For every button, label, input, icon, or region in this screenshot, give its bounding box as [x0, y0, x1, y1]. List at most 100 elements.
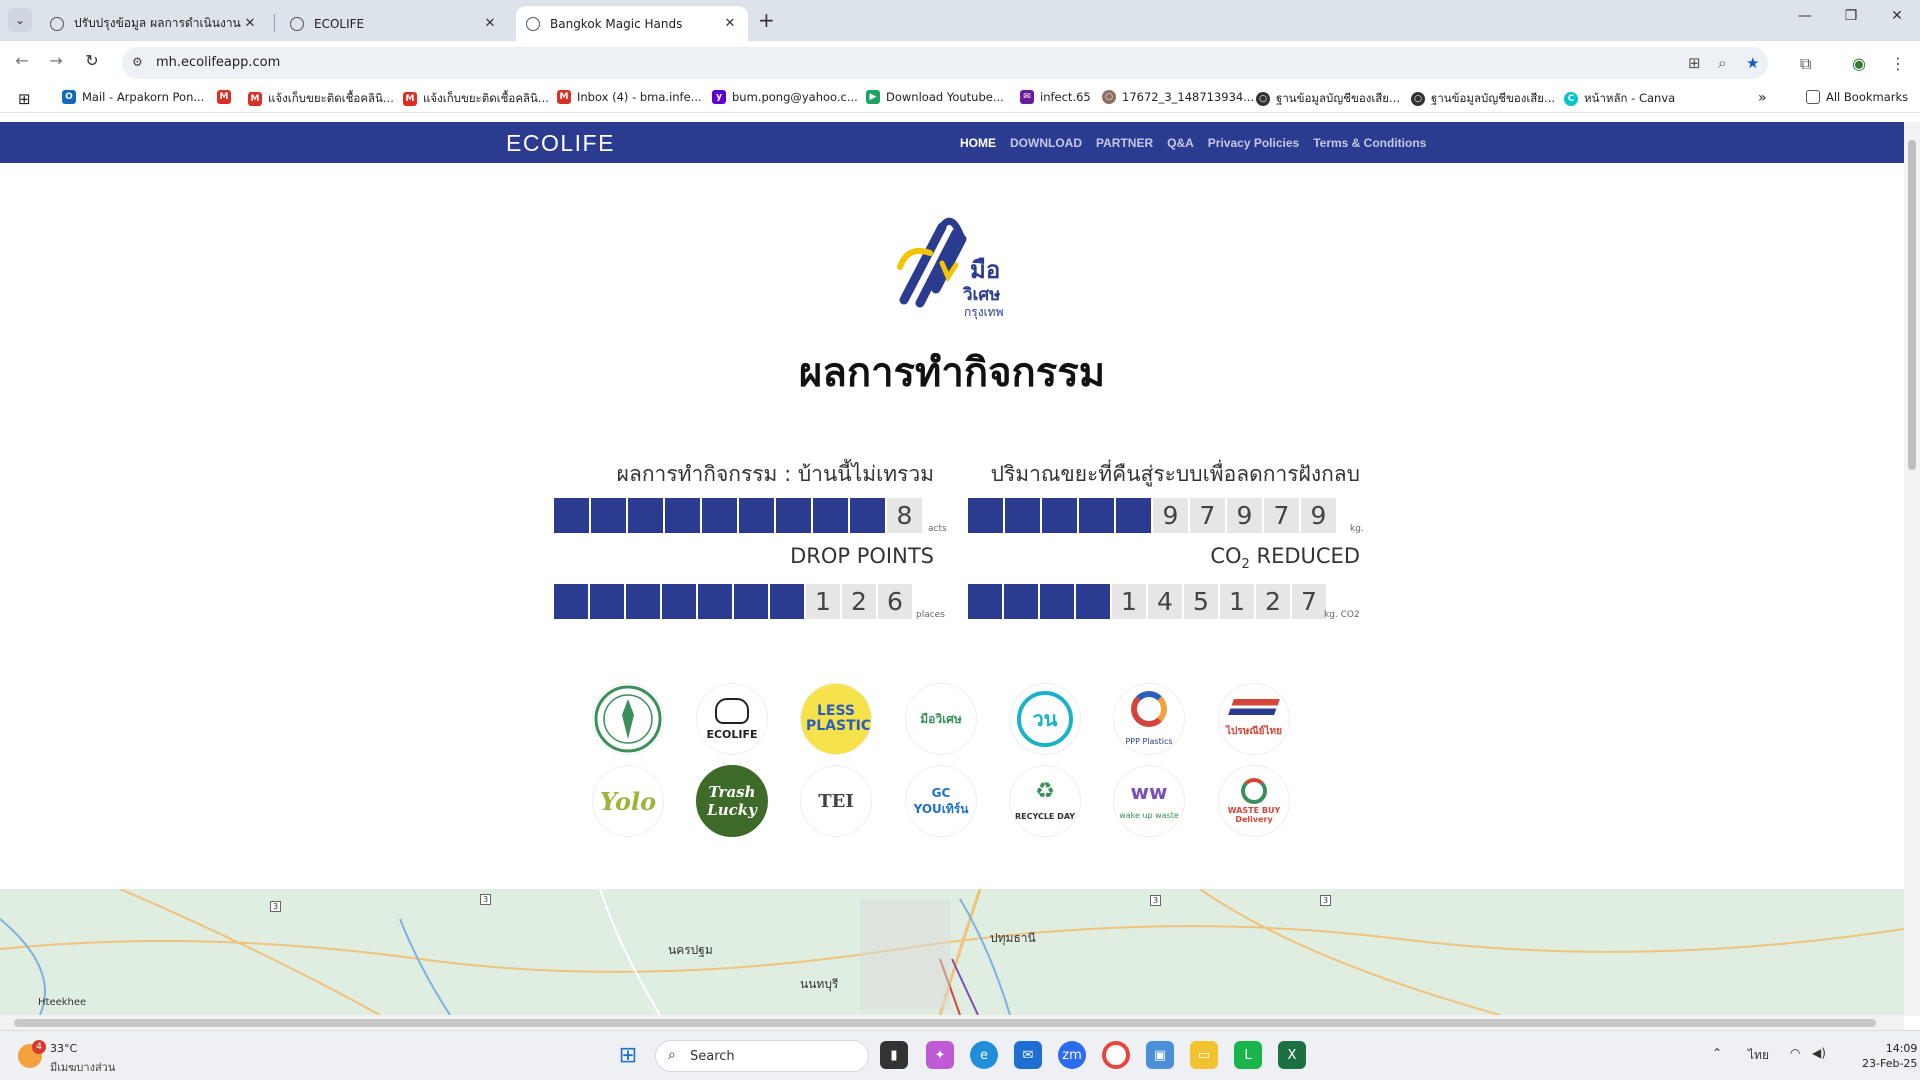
tray-chevron-icon[interactable]: ⌃: [1712, 1046, 1722, 1060]
bookmark-item[interactable]: ✉ infect.65: [1020, 90, 1091, 104]
counter-blank-cell: [813, 498, 848, 533]
logo-text-line3: กรุงเทพ: [964, 305, 1004, 320]
wifi-icon[interactable]: ◠: [1790, 1046, 1800, 1060]
counter-blank-cell: [591, 498, 626, 533]
partner-logo-recycle-day[interactable]: ♻ RECYCLE DAY: [1009, 765, 1081, 837]
line-icon[interactable]: L: [1234, 1041, 1262, 1069]
zoom-app-icon[interactable]: zm: [1058, 1041, 1086, 1069]
counter-blank-cell: [554, 584, 588, 619]
drop-points-unit: places: [916, 610, 945, 620]
counter-digit: 9: [1227, 498, 1262, 533]
partner-logo-yolo[interactable]: Yolo: [592, 765, 664, 837]
partner-logo-gc[interactable]: GC YOUเทิร์น: [905, 765, 977, 837]
tab-ecolife[interactable]: ECOLIFE ✕: [280, 6, 508, 41]
volume-icon[interactable]: ◀): [1812, 1046, 1826, 1060]
drop-points-map[interactable]: นครปฐม ปทุมธานี นนทบุรี Hteekhee 3 3 3 3: [0, 889, 1904, 1015]
close-icon[interactable]: ✕: [722, 16, 738, 31]
tab-title: Bangkok Magic Hands: [550, 16, 683, 31]
site-info-icon[interactable]: ⚙: [132, 55, 143, 69]
taskbar-search[interactable]: ⌕ Search: [655, 1040, 869, 1072]
tab-search-button[interactable]: ⌄: [8, 8, 32, 32]
partner-logo-wastebuy[interactable]: WASTE BUY Delivery: [1218, 765, 1290, 837]
bookmark-item[interactable]: O Mail - Arpakorn Pon...: [62, 90, 204, 104]
edge-icon[interactable]: e: [970, 1041, 998, 1069]
translate-icon[interactable]: ⊞: [1688, 54, 1701, 72]
close-icon[interactable]: ✕: [482, 16, 498, 31]
partner-logo-ppp-plastics[interactable]: PPP Plastics: [1113, 683, 1185, 755]
vertical-scroll-thumb[interactable]: [1908, 140, 1916, 470]
bookmark-item[interactable]: M แจ้งเก็บขยะติดเชื้อคลินิ...: [248, 90, 394, 108]
excel-icon[interactable]: X: [1278, 1041, 1306, 1069]
horizontal-scrollbar[interactable]: [0, 1015, 1904, 1030]
bookmark-item[interactable]: ○ ฐานข้อมูลบัญชีของเสีย...: [1256, 90, 1400, 108]
profile-icon[interactable]: ◉: [1852, 54, 1866, 73]
nav-privacy[interactable]: Privacy Policies: [1208, 136, 1299, 150]
partner-logo-won[interactable]: วน: [1009, 683, 1081, 755]
bookmark-item[interactable]: ○ 17672_3_148713934...: [1102, 90, 1254, 104]
nav-terms[interactable]: Terms & Conditions: [1313, 136, 1426, 150]
partner-logo-tei[interactable]: TEI: [800, 765, 872, 837]
horizontal-scroll-thumb[interactable]: [14, 1019, 1876, 1027]
extensions-icon[interactable]: ⧉: [1800, 54, 1811, 74]
chrome-icon[interactable]: [1102, 1041, 1130, 1069]
bookmark-star-icon[interactable]: ★: [1746, 54, 1759, 72]
restore-icon[interactable]: ❐: [1836, 8, 1866, 24]
partner-logo-less-plastic[interactable]: LESS PLASTIC: [800, 683, 872, 755]
partner-logo-bma[interactable]: [592, 683, 664, 755]
copilot-icon[interactable]: ✦: [926, 1041, 954, 1069]
apps-icon[interactable]: ⊞: [18, 90, 31, 108]
counter-blank-cell: [1004, 584, 1038, 619]
nav-qa[interactable]: Q&A: [1167, 136, 1194, 150]
tab-title: ECOLIFE: [314, 16, 365, 31]
counter-blank-cell: [1079, 498, 1114, 533]
tab-bangkok-magic-hands[interactable]: Bangkok Magic Hands ✕: [516, 6, 748, 41]
bookmark-item[interactable]: C หน้าหลัก - Canva: [1564, 90, 1675, 108]
bookmark-label: ฐานข้อมูลบัญชีของเสีย...: [1276, 91, 1401, 105]
more-bookmarks-icon[interactable]: »: [1758, 90, 1767, 106]
globe-icon: ○: [1102, 90, 1116, 104]
bookmark-item[interactable]: M: [217, 90, 237, 104]
vertical-scrollbar[interactable]: [1904, 122, 1920, 1016]
bookmark-label: หน้าหลัก - Canva: [1584, 91, 1676, 105]
site-brand[interactable]: ECOLIFE: [506, 130, 615, 157]
map-label-nakhon-pathom: นครปฐม: [668, 943, 713, 957]
input-language[interactable]: ไทย: [1748, 1046, 1769, 1065]
partner-text: มือวิเศษ: [920, 711, 962, 726]
zoom-icon[interactable]: ⌕: [1718, 54, 1726, 72]
photos-icon[interactable]: ▣: [1146, 1041, 1174, 1069]
windows-start-icon[interactable]: ⊞: [614, 1041, 642, 1069]
bookmark-item[interactable]: M แจ้งเก็บขยะติดเชื้อคลินิ...: [403, 90, 549, 108]
gmail-icon: M: [248, 92, 262, 106]
map-road-shield: 3: [270, 901, 282, 912]
bookmark-item[interactable]: ○ ฐานข้อมูลบัญชีของเสีย...: [1411, 90, 1555, 108]
partner-logo-thailand-post[interactable]: ไปรษณีย์ไทย: [1218, 683, 1290, 755]
partner-logo-wake-up-waste[interactable]: ᴡᴡ wake up waste: [1113, 765, 1185, 837]
forward-icon[interactable]: →: [44, 51, 68, 70]
counter-blank-cell: [1005, 498, 1040, 533]
partner-logo-ecolife[interactable]: ECOLIFE: [696, 683, 768, 755]
partner-logo-trash-lucky[interactable]: Trash Lucky: [696, 765, 768, 837]
minimize-icon[interactable]: —: [1790, 8, 1820, 24]
mail-app-icon[interactable]: ✉: [1014, 1041, 1042, 1069]
nav-home[interactable]: HOME: [960, 136, 996, 150]
task-view-icon[interactable]: ▮: [880, 1041, 908, 1069]
all-bookmarks-button[interactable]: All Bookmarks: [1806, 90, 1908, 104]
back-icon[interactable]: ←: [10, 51, 34, 70]
file-explorer-icon[interactable]: ▭: [1190, 1041, 1218, 1069]
tab-divider: [274, 14, 275, 32]
partner-logo-magic-hands-foundation[interactable]: มือวิเศษ: [905, 683, 977, 755]
bookmark-item[interactable]: M Inbox (4) - bma.infe...: [557, 90, 702, 104]
tab-update-results[interactable]: ปรับปรุงข้อมูล ผลการดำเนินงาน: ✕: [40, 6, 268, 41]
new-tab-icon[interactable]: +: [758, 10, 775, 30]
close-icon[interactable]: ✕: [242, 16, 258, 31]
nav-download[interactable]: DOWNLOAD: [1010, 136, 1082, 150]
taskbar-clock[interactable]: 14:09 23-Feb-25: [1862, 1041, 1917, 1071]
nav-partner[interactable]: PARTNER: [1096, 136, 1153, 150]
address-bar[interactable]: ⚙ mh.ecolifeapp.com ⊞ ⌕ ★: [122, 47, 1768, 79]
bookmark-item[interactable]: y bum.pong@yahoo.c...: [712, 90, 858, 104]
window-close-icon[interactable]: ✕: [1882, 8, 1912, 24]
bookmark-item[interactable]: ▶ Download Youtube...: [866, 90, 1004, 104]
menu-icon[interactable]: ⋮: [1890, 54, 1906, 73]
reload-icon[interactable]: ↻: [80, 51, 104, 70]
globe-icon: ○: [1411, 92, 1425, 106]
